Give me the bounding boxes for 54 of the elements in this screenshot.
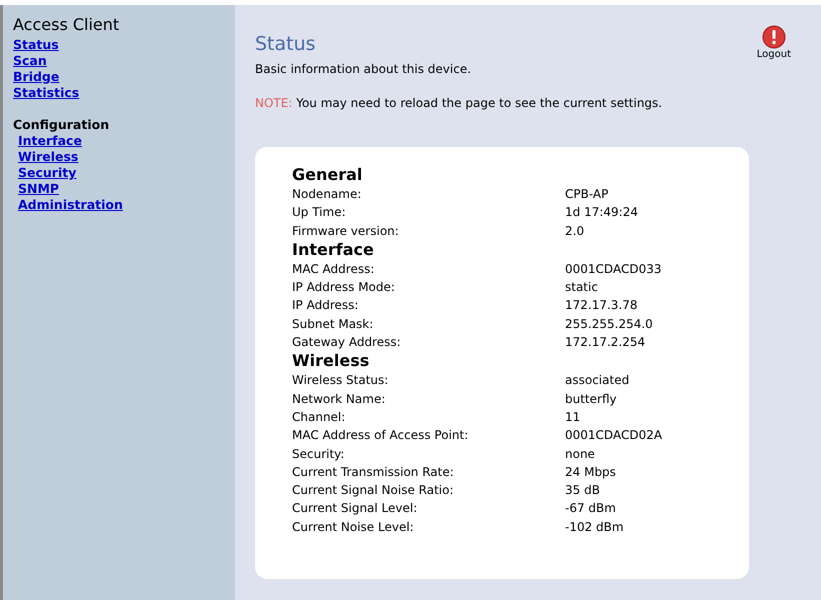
section-title: Wireless xyxy=(292,351,370,372)
note-text: You may need to reload the page to see the current settings. xyxy=(296,96,662,110)
field-label: IP Address: xyxy=(292,297,360,314)
field-value: 35 dB xyxy=(565,482,600,500)
field-value: 1d 17:49:24 xyxy=(565,204,638,222)
field-value: butterfly xyxy=(565,390,617,408)
nav-link[interactable]: Status xyxy=(13,37,59,53)
field-label: Current Signal Noise Ratio: xyxy=(292,482,455,500)
nav-link[interactable]: Statistics xyxy=(13,85,80,101)
field-value: 0001CDACD033 xyxy=(565,260,662,278)
field-label: Security: xyxy=(292,446,346,463)
field-label: Up Time: xyxy=(292,204,347,222)
field-value: 2.0 xyxy=(565,222,584,240)
field-value: static xyxy=(565,279,598,296)
field-value: -67 dBm xyxy=(565,500,616,518)
page-title: Status xyxy=(255,33,316,55)
field-value: 11 xyxy=(565,408,580,426)
field-value: none xyxy=(565,446,595,463)
field-label: Channel: xyxy=(292,408,346,426)
field-value: 0001CDACD02A xyxy=(565,427,662,444)
field-label: Network Name: xyxy=(292,390,386,408)
field-label: Firmware version: xyxy=(292,222,400,240)
alert-icon xyxy=(762,25,786,49)
field-value: CPB-AP xyxy=(565,186,608,203)
nav-link[interactable]: Scan xyxy=(13,53,47,69)
nav-link[interactable]: Bridge xyxy=(13,69,60,85)
app-title: Access Client xyxy=(13,15,120,34)
nav-link[interactable]: Wireless xyxy=(18,149,78,165)
field-label: Current Noise Level: xyxy=(292,518,415,536)
field-label: MAC Address: xyxy=(292,260,376,278)
section-heading: Configuration xyxy=(13,117,110,133)
field-label: Current Signal Level: xyxy=(292,500,418,518)
field-value: 172.17.2.254 xyxy=(565,334,646,352)
section-title: Interface xyxy=(292,240,375,260)
field-label: Subnet Mask: xyxy=(292,316,374,333)
note-label: NOTE: xyxy=(255,96,292,110)
description-text: Basic information about this device. xyxy=(255,62,472,76)
field-value: 172.17.3.78 xyxy=(565,297,638,314)
field-value: associated xyxy=(565,372,630,390)
nav-link[interactable]: Interface xyxy=(18,133,82,149)
section-title: General xyxy=(292,165,364,185)
field-label: Nodename: xyxy=(292,186,362,203)
field-label: Wireless Status: xyxy=(292,372,390,390)
field-label: IP Address Mode: xyxy=(292,279,396,296)
field-value: 24 Mbps xyxy=(565,464,616,481)
field-value: -102 dBm xyxy=(565,518,624,536)
nav-link[interactable]: Security xyxy=(18,165,76,181)
field-label: Gateway Address: xyxy=(292,334,402,352)
field-value: 255.255.254.0 xyxy=(565,316,653,333)
nav-link[interactable]: Administration xyxy=(18,197,123,213)
nav-link[interactable]: SNMP xyxy=(18,181,60,197)
field-label: Current Transmission Rate: xyxy=(292,464,455,481)
logout-button[interactable]: Logout xyxy=(756,25,791,60)
field-label: MAC Address of Access Point: xyxy=(292,427,470,444)
